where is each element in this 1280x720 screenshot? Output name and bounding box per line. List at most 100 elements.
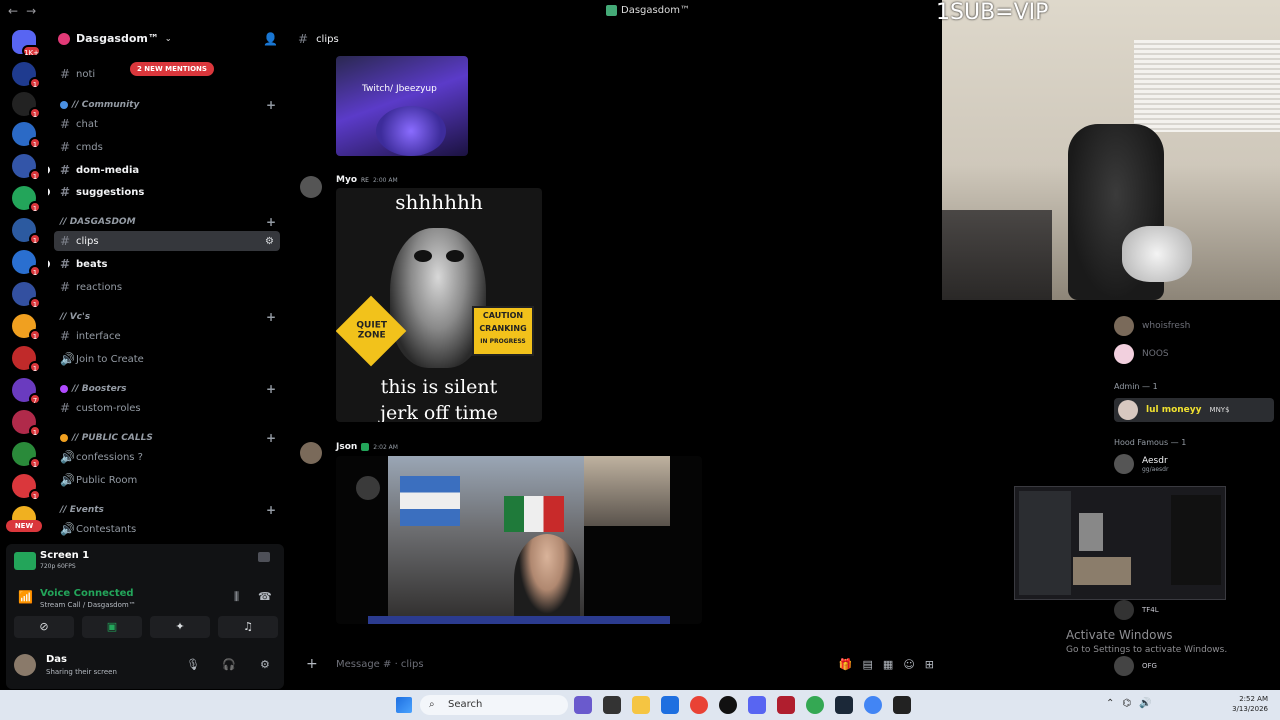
- category-community[interactable]: // Community +: [60, 98, 276, 112]
- category-boosters[interactable]: // Boosters +: [60, 382, 276, 396]
- emoji-icon[interactable]: ☺: [903, 658, 914, 671]
- activate-windows-watermark: Activate Windows: [1066, 628, 1173, 642]
- member-item[interactable]: OFG: [1114, 656, 1157, 676]
- task-view-icon[interactable]: [603, 696, 621, 714]
- member-item[interactable]: NOOS: [1114, 344, 1169, 364]
- taskbar-search[interactable]: ⌕ Search: [420, 695, 568, 715]
- category-public-calls[interactable]: // PUBLIC CALLS +: [60, 431, 276, 445]
- channel-cmds[interactable]: # cmds: [54, 137, 280, 157]
- channel-beats[interactable]: # beats: [48, 254, 280, 274]
- stop-stream-icon[interactable]: [258, 552, 270, 562]
- server-icon[interactable]: 1: [12, 218, 41, 245]
- server-icon[interactable]: 1: [12, 154, 41, 181]
- play-icon[interactable]: [356, 476, 380, 500]
- attach-plus-icon[interactable]: +: [306, 656, 318, 672]
- server-icon[interactable]: 1: [12, 62, 41, 89]
- add-channel-icon[interactable]: +: [266, 310, 276, 324]
- taskbar-app-icon[interactable]: [574, 696, 592, 714]
- camera-icon[interactable]: ⊘: [14, 616, 74, 638]
- channel-contestants[interactable]: 🔊 Contestants: [54, 519, 280, 539]
- message-composer[interactable]: + Message # · clips 🎁 ▤ ▦ ☺ ⊞: [294, 652, 934, 680]
- file-explorer-icon[interactable]: [632, 696, 650, 714]
- clip-image[interactable]: Twitch/ Jbeezyup: [336, 56, 468, 156]
- direct-messages-icon[interactable]: 1K+: [12, 30, 41, 57]
- category-events[interactable]: // Events +: [60, 503, 276, 517]
- discord-icon[interactable]: [748, 696, 766, 714]
- meme-image[interactable]: shhhhhh QUIET ZONE CAUTION CRANKING IN P…: [336, 188, 542, 422]
- add-member-icon[interactable]: 👤: [263, 32, 278, 46]
- member-item[interactable]: TF4L: [1114, 600, 1159, 620]
- taskbar-clock[interactable]: 2:52 AM 3/13/2026: [1226, 694, 1268, 714]
- server-icon[interactable]: 1: [12, 474, 41, 501]
- add-channel-icon[interactable]: +: [266, 503, 276, 517]
- back-arrow-icon[interactable]: ←: [8, 4, 18, 18]
- member-item[interactable]: whoisfresh: [1114, 316, 1190, 336]
- channel-public-room[interactable]: 🔊 Public Room: [54, 470, 280, 490]
- channel-confessions[interactable]: 🔊 confessions ?: [54, 447, 280, 467]
- member-item[interactable]: Aesdr gg/aesdr: [1114, 454, 1168, 474]
- server-icon[interactable]: 1: [12, 346, 41, 373]
- member-item[interactable]: lul moneyy MNY$: [1114, 398, 1274, 422]
- channel-interface[interactable]: # interface: [54, 326, 280, 346]
- adobe-icon[interactable]: [777, 696, 795, 714]
- share-screen-icon[interactable]: ▣: [82, 616, 142, 638]
- chrome-icon[interactable]: [864, 696, 882, 714]
- sticker-icon[interactable]: ▦: [883, 658, 893, 671]
- server-header[interactable]: Dasgasdom™ ⌄: [58, 32, 172, 45]
- network-icon[interactable]: ⌬: [1122, 698, 1131, 709]
- store-icon[interactable]: [661, 696, 679, 714]
- channel-suggestions[interactable]: # suggestions: [48, 182, 280, 202]
- server-icon[interactable]: 1: [12, 92, 41, 119]
- soundboard-icon[interactable]: ♫: [218, 616, 278, 638]
- gif-icon[interactable]: ▤: [863, 658, 873, 671]
- apps-icon[interactable]: ⊞: [925, 658, 934, 671]
- windows-start-icon[interactable]: [396, 697, 412, 713]
- chevron-up-icon[interactable]: ⌃: [1106, 698, 1114, 709]
- channel-custom-roles[interactable]: # custom-roles: [54, 398, 280, 418]
- channel-reactions[interactable]: # reactions: [54, 277, 280, 297]
- avatar: [14, 654, 36, 676]
- noise-suppression-icon[interactable]: ⫼: [234, 590, 239, 604]
- channel-join-to-create[interactable]: 🔊 Join to Create: [54, 349, 280, 369]
- category-dasgasdom[interactable]: // DASGASDOM +: [60, 215, 276, 229]
- volume-icon[interactable]: 🔊: [1139, 698, 1151, 709]
- add-channel-icon[interactable]: +: [266, 382, 276, 396]
- server-icon[interactable]: 7: [12, 378, 41, 405]
- video-embed[interactable]: [336, 456, 702, 624]
- message-author[interactable]: Myo RE 2:00 AM: [336, 175, 398, 185]
- headphones-icon[interactable]: 🎧: [222, 658, 236, 671]
- forward-arrow-icon[interactable]: →: [26, 4, 36, 18]
- chrome-icon[interactable]: [806, 696, 824, 714]
- gift-icon[interactable]: 🎁: [839, 658, 853, 671]
- current-user[interactable]: Das Sharing their screen 🎙 🎧 ⚙: [12, 650, 278, 684]
- server-icon[interactable]: 1: [12, 122, 41, 149]
- add-channel-icon[interactable]: +: [266, 215, 276, 229]
- microphone-icon[interactable]: 🎙: [186, 658, 200, 671]
- message-author[interactable]: Json 2:02 AM: [336, 442, 398, 452]
- channel-settings-icon[interactable]: ⚙: [265, 236, 274, 247]
- chrome-icon[interactable]: [690, 696, 708, 714]
- settings-gear-icon[interactable]: ⚙: [260, 658, 270, 671]
- disconnect-icon[interactable]: ☎: [258, 590, 272, 603]
- avatar[interactable]: [300, 442, 322, 464]
- voice-channel-link[interactable]: Stream Call / Dasgasdom™: [40, 601, 136, 609]
- server-icon[interactable]: 1: [12, 314, 41, 341]
- server-icon[interactable]: 1: [12, 186, 41, 213]
- channel-dom-media[interactable]: # dom-media: [48, 160, 280, 180]
- stream-preview[interactable]: [1014, 486, 1226, 600]
- server-icon[interactable]: 1: [12, 442, 41, 469]
- obs-icon[interactable]: [719, 696, 737, 714]
- category-vcs[interactable]: // Vc's +: [60, 310, 276, 324]
- server-icon[interactable]: 1: [12, 282, 41, 309]
- channel-chat[interactable]: # chat: [54, 114, 280, 134]
- channel-clips[interactable]: # clips ⚙: [54, 231, 280, 251]
- add-channel-icon[interactable]: +: [266, 431, 276, 445]
- server-icon[interactable]: 1: [12, 250, 41, 277]
- server-icon[interactable]: 1: [12, 410, 41, 437]
- epic-games-icon[interactable]: [893, 696, 911, 714]
- add-channel-icon[interactable]: +: [266, 98, 276, 112]
- activities-icon[interactable]: ✦: [150, 616, 210, 638]
- avatar[interactable]: [300, 176, 322, 198]
- new-mentions-pill[interactable]: 2 NEW MENTIONS: [130, 62, 214, 76]
- steam-icon[interactable]: [835, 696, 853, 714]
